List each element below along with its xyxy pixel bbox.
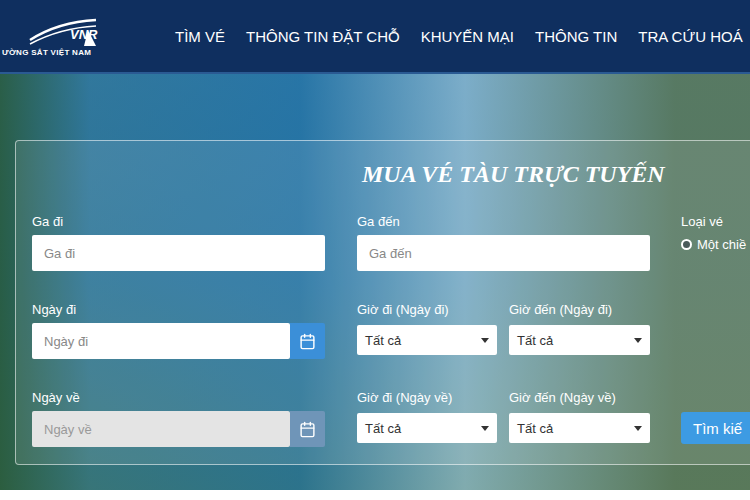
main-nav: TÌM VÉ THÔNG TIN ĐẶT CHỖ KHUYẾN MẠI THÔNG T…: [175, 28, 743, 45]
radio-label: Một chiề: [697, 237, 746, 252]
field: Giờ đi (Ngày đi) Tất cả: [357, 303, 497, 359]
date-field: [32, 411, 325, 447]
calendar-button[interactable]: [290, 323, 325, 359]
date-input[interactable]: [32, 411, 290, 447]
field-label: Ngày đi: [32, 303, 325, 317]
calendar-icon: [299, 421, 316, 438]
dropdown-icon: [481, 338, 489, 343]
select-value: Tất cả: [517, 421, 553, 436]
field-label: Ga đi: [32, 215, 325, 229]
search-button[interactable]: Tìm kiế: [681, 412, 750, 444]
page: VNR ƯỜNG SẮT VIỆT NAMTÌM VÉ THÔNG TIN ĐẶT …: [0, 0, 750, 500]
logo-name: ƯỜNG SẮT VIỆT NAM: [0, 48, 175, 57]
time-select[interactable]: Tất cả: [509, 325, 650, 355]
dropdown-icon: [634, 338, 642, 343]
field-label: Giờ đi (Ngày về): [357, 391, 497, 405]
field: Ga đến: [357, 215, 650, 271]
field: Ga đi: [32, 215, 325, 271]
calendar-icon: [299, 333, 316, 350]
field: Loại vé Một chiề: [681, 215, 750, 271]
booking-title: MUA VÉ TÀU TRỰC TUYẾN: [362, 159, 750, 189]
header: VNR ƯỜNG SẮT VIỆT NAMTÌM VÉ THÔNG TIN ĐẶT …: [0, 0, 750, 74]
calendar-button[interactable]: [290, 411, 325, 447]
dropdown-icon: [634, 426, 642, 431]
field: Giờ đến (Ngày về) Tất cả: [509, 391, 650, 447]
field: Giờ đến (Ngày đi) Tất cả: [509, 303, 650, 359]
time-select[interactable]: Tất cả: [357, 413, 497, 443]
time-select[interactable]: Tất cả: [509, 413, 650, 443]
field-label: Loại vé: [681, 215, 750, 229]
radio-icon: [681, 239, 692, 250]
select-value: Tất cả: [365, 421, 401, 436]
nav-item[interactable]: TRA CỨU HOÁ: [638, 28, 743, 45]
booking-form: Ga đi Ga đến Loại vé Một chiề Ngày đi Giờ đi …: [32, 215, 750, 447]
search-cell: Tìm kiế: [681, 391, 750, 447]
field-label: Giờ đi (Ngày đi): [357, 303, 497, 317]
station-input[interactable]: [32, 235, 325, 271]
logo[interactable]: VNR ƯỜNG SẮT VIỆT NAM: [0, 16, 175, 57]
field-label: Ngày về: [32, 391, 325, 405]
nav-item[interactable]: THÔNG TIN ĐẶT CHỖ: [246, 28, 400, 45]
ticket-type-radio[interactable]: Một chiề: [681, 237, 750, 252]
field: Ngày đi: [32, 303, 325, 359]
field-label: Giờ đến (Ngày về): [509, 391, 650, 405]
field-label: Ga đến: [357, 215, 650, 229]
field-label: Giờ đến (Ngày đi): [509, 303, 650, 317]
station-input[interactable]: [357, 235, 650, 271]
select-value: Tất cả: [517, 333, 553, 348]
logo-abbr: VNR: [70, 27, 97, 42]
dropdown-icon: [481, 426, 489, 431]
field: Giờ đi (Ngày về) Tất cả: [357, 391, 497, 447]
nav-item[interactable]: TÌM VÉ: [175, 28, 225, 45]
select-value: Tất cả: [365, 333, 401, 348]
date-input[interactable]: [32, 323, 290, 359]
hero-photo: MUA VÉ TÀU TRỰC TUYẾN Ga đi Ga đến Loại vé M…: [0, 74, 750, 490]
nav-item[interactable]: THÔNG TIN: [535, 28, 617, 45]
date-field: [32, 323, 325, 359]
booking-panel: MUA VÉ TÀU TRỰC TUYẾN Ga đi Ga đến Loại vé M…: [15, 140, 750, 465]
nav-item[interactable]: KHUYẾN MẠI: [421, 28, 514, 45]
field: Ngày về: [32, 391, 325, 447]
time-select[interactable]: Tất cả: [357, 325, 497, 355]
